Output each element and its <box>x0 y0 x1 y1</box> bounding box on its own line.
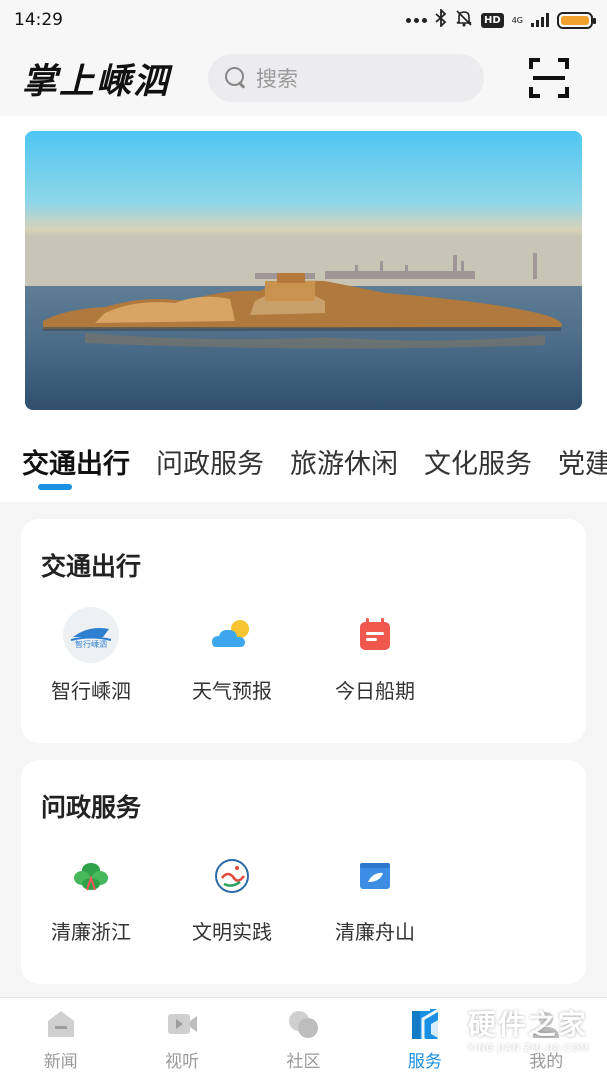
watermark-text: 硬件之家 <box>467 1008 588 1041</box>
signal-icon <box>531 13 549 27</box>
nav-label: 新闻 <box>43 1052 78 1072</box>
service-item-label: 清廉舟山 <box>335 920 415 944</box>
banner-image[interactable] <box>25 131 582 410</box>
network-4g-label: 4G <box>511 15 523 25</box>
service-item-clean-zhejiang[interactable]: 清廉浙江 <box>21 848 161 958</box>
service-item-smart-shengsi[interactable]: 智行嵊泗 智行嵊泗 <box>21 607 161 717</box>
watermark-logo-icon <box>421 1006 459 1051</box>
scan-button[interactable] <box>529 58 569 98</box>
civilization-emblem-icon <box>204 848 260 904</box>
search-input[interactable]: 搜索 <box>208 54 484 102</box>
more-dots-icon <box>406 17 428 23</box>
section-title: 交通出行 <box>41 552 142 581</box>
app-header: 掌上嵊泗 搜索 <box>0 40 607 116</box>
section-title: 问政服务 <box>41 793 142 822</box>
status-icons: HD 4G <box>406 7 596 31</box>
watermark-subtext: YING JIAN ZHI JIA.COM <box>467 1043 589 1054</box>
tab-tourism[interactable]: 旅游休闲 <box>290 442 402 481</box>
service-item-civilization-practice[interactable]: 文明实践 <box>162 848 302 958</box>
status-time: 14:29 <box>14 10 63 30</box>
tab-government[interactable]: 问政服务 <box>156 442 268 481</box>
service-item-clean-zhoushan[interactable]: 清廉舟山 <box>305 848 445 958</box>
bluetooth-icon <box>435 7 447 31</box>
section-card-government: 问政服务 清廉浙江 文明实践 清廉舟山 <box>21 760 586 984</box>
service-item-label: 智行嵊泗 <box>51 679 131 703</box>
battery-icon <box>557 11 596 29</box>
active-tab-indicator <box>38 484 72 490</box>
calendar-icon <box>347 607 403 663</box>
nav-label: 视听 <box>165 1052 200 1072</box>
tab-traffic[interactable]: 交通出行 <box>22 442 134 481</box>
community-icon <box>286 1007 320 1041</box>
nav-item-video[interactable]: 视听 <box>121 998 242 1080</box>
mute-bell-icon <box>455 9 473 31</box>
banner-section: 交通出行 问政服务 旅游休闲 文化服务 党建 <box>0 116 607 502</box>
service-item-weather[interactable]: 天气预报 <box>162 607 302 717</box>
video-icon <box>165 1007 199 1041</box>
leaf-emblem-icon <box>63 848 119 904</box>
folder-leaf-icon <box>347 848 403 904</box>
service-item-label: 文明实践 <box>192 920 272 944</box>
app-logo: 掌上嵊泗 <box>22 60 171 102</box>
service-item-label: 天气预报 <box>192 679 272 703</box>
service-item-label: 清廉浙江 <box>51 920 131 944</box>
service-item-ship-schedule[interactable]: 今日船期 <box>305 607 445 717</box>
hd-badge: HD <box>481 12 504 28</box>
tab-party-building[interactable]: 党建 <box>558 442 607 481</box>
watermark: 硬件之家 YING JIAN ZHI JIA.COM <box>420 1003 589 1054</box>
ship-logo-icon: 智行嵊泗 <box>63 607 119 663</box>
section-card-traffic: 交通出行 智行嵊泗 智行嵊泗 天气预报 今日船期 <box>21 519 586 743</box>
tab-culture[interactable]: 文化服务 <box>424 442 536 481</box>
category-tabs: 交通出行 问政服务 旅游休闲 文化服务 党建 <box>0 442 607 502</box>
search-placeholder: 搜索 <box>256 67 298 91</box>
status-bar: 14:29 HD 4G <box>0 0 607 40</box>
nav-label: 社区 <box>286 1052 321 1072</box>
nav-item-news[interactable]: 新闻 <box>0 998 121 1080</box>
search-icon <box>224 66 248 90</box>
service-item-label: 今日船期 <box>335 679 415 703</box>
svg-text:智行嵊泗: 智行嵊泗 <box>75 639 107 649</box>
nav-item-community[interactable]: 社区 <box>243 998 364 1080</box>
weather-icon <box>204 607 260 663</box>
news-icon <box>44 1007 78 1041</box>
